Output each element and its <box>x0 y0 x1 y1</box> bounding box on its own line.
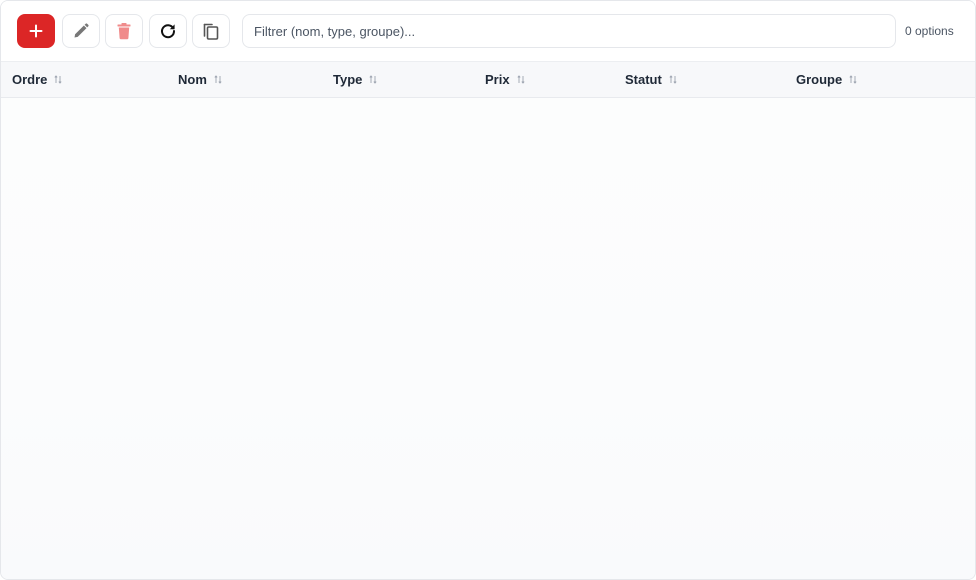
pencil-icon <box>74 23 89 38</box>
table-header: Ordre Nom Type Prix Statut Groupe <box>1 61 975 98</box>
column-header-groupe[interactable]: Groupe <box>796 62 857 97</box>
column-header-label: Statut <box>625 72 662 87</box>
sort-icon <box>214 75 222 84</box>
plus-icon <box>29 24 43 38</box>
sort-icon <box>369 75 377 84</box>
column-header-label: Groupe <box>796 72 843 87</box>
column-header-label: Ordre <box>12 72 48 87</box>
column-header-label: Type <box>333 72 363 87</box>
add-button[interactable] <box>17 14 55 48</box>
column-header-statut[interactable]: Statut <box>625 62 677 97</box>
trash-icon <box>117 23 131 40</box>
table-body <box>1 98 975 579</box>
column-header-nom[interactable]: Nom <box>178 62 222 97</box>
column-header-label: Prix <box>485 72 510 87</box>
refresh-icon <box>161 24 176 39</box>
column-header-prix[interactable]: Prix <box>485 62 525 97</box>
column-header-ordre[interactable]: Ordre <box>12 62 62 97</box>
toolbar: 0 options <box>1 1 975 61</box>
refresh-button[interactable] <box>149 14 187 48</box>
filter-input[interactable] <box>242 14 896 48</box>
column-header-label: Nom <box>178 72 207 87</box>
sort-icon <box>669 75 677 84</box>
sort-icon <box>54 75 62 84</box>
sort-icon <box>849 75 857 84</box>
column-header-type[interactable]: Type <box>333 62 377 97</box>
delete-button[interactable] <box>105 14 143 48</box>
edit-button[interactable] <box>62 14 100 48</box>
sort-icon <box>517 75 525 84</box>
copy-button[interactable] <box>192 14 230 48</box>
copy-icon <box>203 23 219 40</box>
options-panel: 0 options Ordre Nom Type Prix <box>0 0 976 580</box>
options-count: 0 options <box>905 24 954 38</box>
